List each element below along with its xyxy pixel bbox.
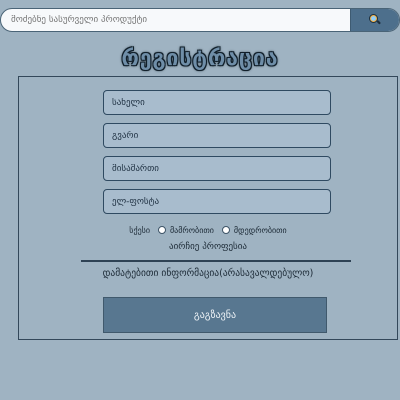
gender-selector: სქესი მამრობითი მდედრობითი: [19, 223, 397, 237]
gender-female-label: მდედრობითი: [233, 225, 287, 235]
search-bar: [0, 8, 400, 32]
surname-input[interactable]: [103, 123, 331, 148]
address-input[interactable]: [103, 156, 331, 181]
registration-form: სქესი მამრობითი მდედრობითი აირჩიე პროფეს…: [18, 76, 398, 340]
email-input[interactable]: [103, 189, 331, 214]
gender-male-radio[interactable]: [157, 226, 166, 234]
search-input[interactable]: [1, 9, 351, 31]
search-button[interactable]: [350, 9, 399, 31]
additional-info-label: დამატებითი ინფორმაცია(არასავალდებულო): [102, 268, 314, 279]
page-title: რეგისტრაცია: [121, 46, 279, 70]
gender-label: სქესი: [129, 225, 150, 235]
gender-male-label: მამრობითი: [169, 225, 214, 235]
profession-select[interactable]: აირჩიე პროფესია: [19, 242, 397, 252]
submit-button[interactable]: გაგზავნა: [103, 297, 327, 333]
search-icon: [368, 13, 382, 27]
section-divider: [81, 260, 351, 262]
name-input[interactable]: [103, 90, 331, 115]
gender-female-radio[interactable]: [221, 226, 230, 234]
